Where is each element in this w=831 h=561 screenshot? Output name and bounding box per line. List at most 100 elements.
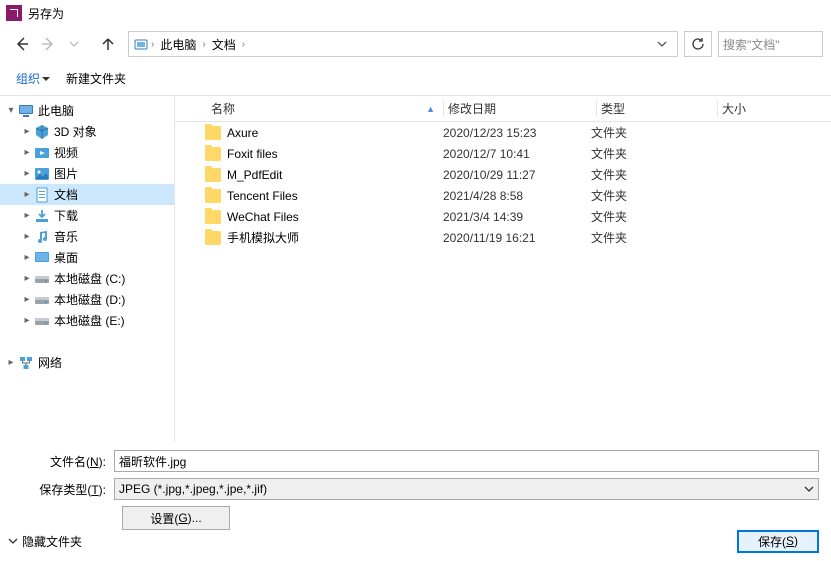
- filename-input[interactable]: [114, 450, 819, 472]
- chevron-right-icon: ›: [240, 39, 247, 50]
- tree-item[interactable]: ▸ 3D 对象: [0, 121, 174, 142]
- video-icon: [34, 145, 50, 161]
- list-item[interactable]: WeChat Files2021/3/4 14:39文件夹: [175, 206, 831, 227]
- tree-item-label: 本地磁盘 (E:): [54, 312, 125, 329]
- arrow-right-icon: [40, 36, 56, 52]
- download-icon: [34, 208, 50, 224]
- tree-item[interactable]: [0, 331, 174, 352]
- list-item[interactable]: Tencent Files2021/4/28 8:58文件夹: [175, 185, 831, 206]
- column-type[interactable]: 类型: [601, 100, 717, 117]
- save-button[interactable]: 保存(S): [737, 530, 819, 553]
- file-date: 2020/12/7 10:41: [443, 147, 591, 161]
- file-list[interactable]: Axure2020/12/23 15:23文件夹 Foxit files 2020/…: [175, 122, 831, 442]
- music-icon: [34, 229, 50, 245]
- folder-icon: [205, 126, 221, 140]
- filetype-select[interactable]: JPEG (*.jpg,*.jpeg,*.jpe,*.jif): [114, 478, 819, 500]
- tree-item[interactable]: ▸本地磁盘 (C:): [0, 268, 174, 289]
- recent-dropdown[interactable]: [62, 32, 86, 56]
- up-button[interactable]: [96, 32, 120, 56]
- file-type: 文件夹: [591, 229, 707, 246]
- expand-toggle[interactable]: ▸: [20, 294, 34, 305]
- refresh-icon: [691, 37, 705, 51]
- column-size[interactable]: 大小: [722, 100, 802, 117]
- tree-item[interactable]: ▾ 此电脑: [0, 100, 174, 121]
- breadcrumb-item[interactable]: 此电脑: [156, 32, 200, 56]
- file-type: 文件夹: [591, 145, 707, 162]
- list-item[interactable]: M_PdfEdit2020/10/29 11:27文件夹: [175, 164, 831, 185]
- expand-toggle[interactable]: ▸: [20, 210, 34, 221]
- tree-panel[interactable]: ▾此电脑▸3D 对象▸视频▸图片▸文档▸下载▸音乐▸桌面▸本地磁盘 (C:)▸本…: [0, 96, 175, 442]
- filename-label: 文件名(N):: [12, 453, 114, 470]
- drive-icon: [34, 313, 50, 329]
- file-date: 2020/12/23 15:23: [443, 126, 591, 140]
- tree-item[interactable]: ▸本地磁盘 (D:): [0, 289, 174, 310]
- tree-item[interactable]: ▸ 网络: [0, 352, 174, 373]
- tree-item-label: 图片: [54, 165, 78, 182]
- tree-item[interactable]: ▸ 本地磁盘 (E:): [0, 310, 174, 331]
- tree-item[interactable]: ▸视频: [0, 142, 174, 163]
- toolbar: 组织 新建文件夹: [0, 62, 831, 96]
- picture-icon: [34, 166, 50, 182]
- tree-item-label: 3D 对象: [54, 123, 97, 140]
- location-icon: [133, 36, 149, 52]
- drive-icon: [34, 292, 50, 308]
- file-type: 文件夹: [591, 124, 707, 141]
- expand-toggle[interactable]: ▸: [4, 357, 18, 368]
- expand-toggle[interactable]: ▸: [20, 231, 34, 242]
- list-panel: 名称▲ 修改日期 类型 大小 Axure2020/12/23 15:23文件夹F…: [175, 96, 831, 442]
- expand-toggle[interactable]: ▸: [20, 252, 34, 263]
- window-title: 另存为: [28, 5, 64, 22]
- folder-icon: [205, 147, 221, 161]
- tree-item[interactable]: ▸桌面: [0, 247, 174, 268]
- filename-row: 文件名(N):: [12, 450, 819, 472]
- file-name: Foxit files: [227, 147, 278, 161]
- folder-icon: [205, 189, 221, 203]
- file-name: M_PdfEdit: [227, 168, 282, 182]
- doc-icon: [34, 187, 50, 203]
- tree-item[interactable]: ▸ 文档: [0, 184, 174, 205]
- tree-item-label: 此电脑: [38, 102, 74, 119]
- address-dropdown[interactable]: [651, 39, 673, 49]
- desktop-icon: [34, 250, 50, 266]
- column-date[interactable]: 修改日期: [448, 100, 596, 117]
- list-item[interactable]: Axure2020/12/23 15:23文件夹: [175, 122, 831, 143]
- expand-toggle[interactable]: ▸: [20, 189, 34, 200]
- tree-item-label: 下载: [54, 207, 78, 224]
- file-name: 手机模拟大师: [227, 229, 299, 246]
- tree-item-label: 文档: [54, 186, 78, 203]
- search-placeholder: 搜索"文档": [723, 36, 780, 53]
- breadcrumb-item[interactable]: 文档: [208, 32, 240, 56]
- list-header: 名称▲ 修改日期 类型 大小: [175, 96, 831, 122]
- folder-icon: [205, 168, 221, 182]
- expand-toggle[interactable]: ▸: [20, 168, 34, 179]
- tree-item[interactable]: ▸音乐: [0, 226, 174, 247]
- expand-toggle[interactable]: ▸: [20, 147, 34, 158]
- new-folder-button[interactable]: 新建文件夹: [60, 66, 132, 91]
- chevron-down-icon: [804, 484, 814, 494]
- none-icon: [18, 334, 34, 350]
- back-button[interactable]: [10, 32, 34, 56]
- search-input[interactable]: 搜索"文档": [718, 31, 823, 57]
- expand-toggle[interactable]: ▸: [20, 315, 34, 326]
- list-item[interactable]: Foxit files 2020/12/7 10:41文件夹: [175, 143, 831, 164]
- list-item[interactable]: 手机模拟大师 2020/11/19 16:21文件夹: [175, 227, 831, 248]
- triangle-down-icon: [42, 75, 50, 83]
- file-type: 文件夹: [591, 166, 707, 183]
- expand-toggle[interactable]: ▸: [20, 273, 34, 284]
- column-name[interactable]: 名称▲: [205, 100, 443, 117]
- tree-item[interactable]: ▸ 图片: [0, 163, 174, 184]
- forward-button[interactable]: [36, 32, 60, 56]
- chevron-right-icon: ›: [200, 39, 207, 50]
- organize-menu[interactable]: 组织: [10, 66, 56, 91]
- nav-bar: › 此电脑 › 文档 › 搜索"文档": [0, 26, 831, 62]
- file-date: 2021/3/4 14:39: [443, 210, 591, 224]
- tree-item[interactable]: ▸ 下载: [0, 205, 174, 226]
- main-area: ▾此电脑▸3D 对象▸视频▸图片▸文档▸下载▸音乐▸桌面▸本地磁盘 (C:)▸本…: [0, 96, 831, 442]
- tree-item-label: 网络: [38, 354, 62, 371]
- refresh-button[interactable]: [684, 31, 712, 57]
- expand-toggle[interactable]: ▸: [20, 126, 34, 137]
- expand-toggle[interactable]: ▾: [4, 105, 18, 116]
- file-date: 2020/11/19 16:21: [443, 231, 591, 245]
- hide-folders-toggle[interactable]: 隐藏文件夹: [8, 533, 82, 550]
- address-bar[interactable]: › 此电脑 › 文档 ›: [128, 31, 678, 57]
